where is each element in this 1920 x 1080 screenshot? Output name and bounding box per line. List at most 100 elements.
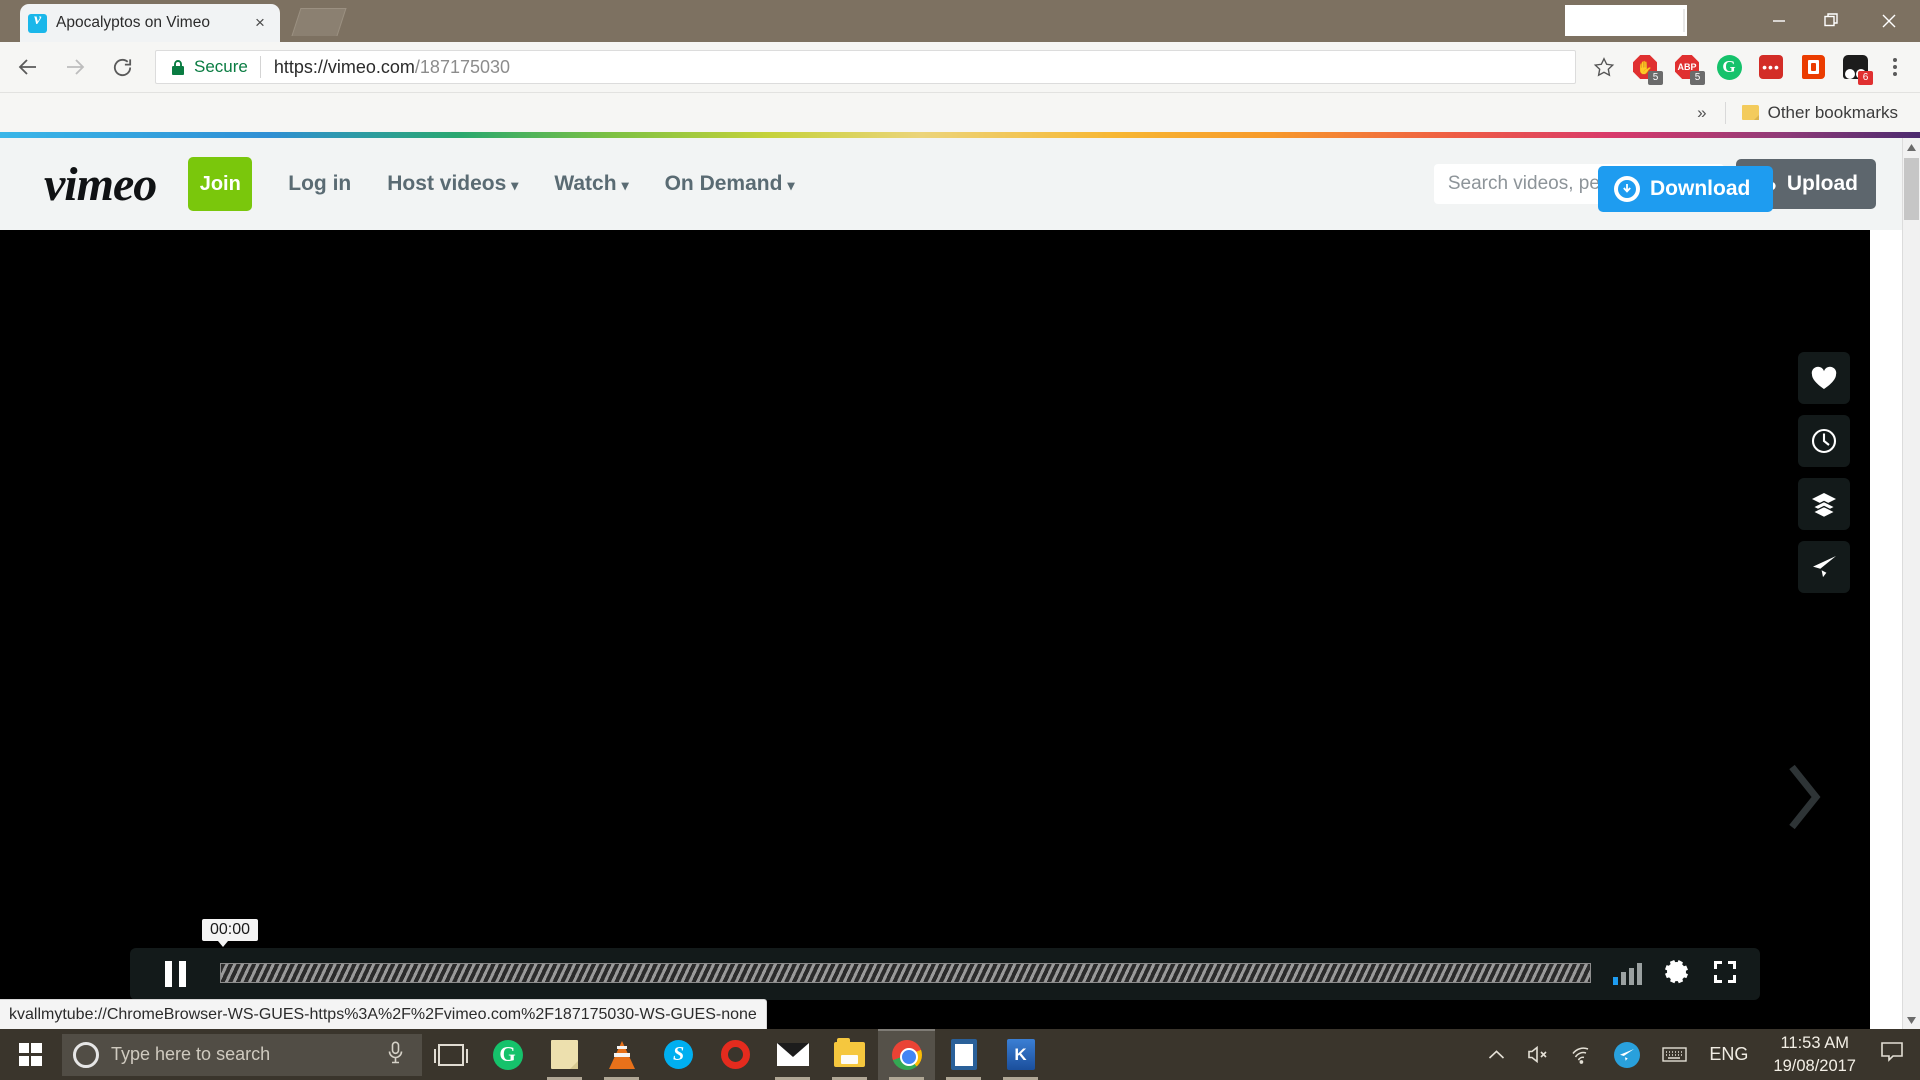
wifi-icon[interactable]: [1560, 1029, 1603, 1080]
heart-icon[interactable]: [1798, 352, 1850, 404]
sticky-note-icon: [551, 1040, 578, 1069]
nav-label: Watch: [554, 172, 617, 195]
extension-lastpass[interactable]: •••: [1752, 48, 1790, 86]
chevron-right-icon[interactable]: [1780, 760, 1826, 839]
extension-grammarly[interactable]: G: [1710, 48, 1748, 86]
download-circle-icon: [1614, 176, 1640, 202]
clock[interactable]: 11:53 AM 19/08/2017: [1759, 1029, 1870, 1080]
grammarly-icon: G: [1716, 54, 1742, 80]
taskbar-item-downloader[interactable]: K: [992, 1029, 1049, 1080]
badge: 5: [1648, 71, 1663, 85]
taskbar-item-chrome[interactable]: [878, 1029, 935, 1080]
k-download-icon: K: [1006, 1039, 1035, 1070]
chevron-double-right-icon[interactable]: »: [1697, 103, 1706, 123]
scroll-up-icon[interactable]: [1903, 138, 1920, 156]
vimeo-favicon: [28, 11, 47, 33]
taskbar-item-file-explorer[interactable]: [821, 1029, 878, 1080]
windows-logo-icon: [18, 1043, 42, 1066]
cortana-icon: [73, 1041, 99, 1068]
layers-icon[interactable]: [1798, 478, 1850, 530]
chevron-down-icon: ▾: [787, 177, 795, 193]
chevron-up-icon[interactable]: [1477, 1029, 1516, 1080]
badge: 5: [1690, 71, 1705, 85]
paper-plane-icon[interactable]: [1798, 541, 1850, 593]
taskbar-item-libreoffice-writer[interactable]: [935, 1029, 992, 1080]
folder-icon: [834, 1038, 865, 1067]
lastpass-icon: •••: [1759, 55, 1783, 79]
clock-icon[interactable]: [1798, 415, 1850, 467]
minimize-icon[interactable]: [1756, 0, 1802, 42]
keyboard-icon[interactable]: [1651, 1029, 1698, 1080]
chrome-menu-icon[interactable]: [1878, 48, 1912, 86]
video-player[interactable]: 00:00: [0, 230, 1870, 1029]
progress-bar[interactable]: 00:00: [202, 919, 1591, 1000]
vimeo-logo[interactable]: vimeo: [44, 157, 157, 212]
new-tab-button[interactable]: [291, 8, 347, 36]
fullscreen-icon[interactable]: [1712, 959, 1738, 990]
page-scrollbar[interactable]: [1902, 138, 1920, 1029]
telegram-icon[interactable]: [1603, 1029, 1651, 1080]
gear-icon[interactable]: [1664, 959, 1690, 990]
divider: [259, 56, 261, 78]
divider: [1724, 101, 1726, 124]
extension-unknown[interactable]: 6: [1836, 48, 1874, 86]
scrollbar-thumb[interactable]: [1904, 158, 1919, 220]
upload-label: Upload: [1786, 172, 1858, 195]
download-button[interactable]: Download: [1598, 166, 1773, 212]
address-bar[interactable]: Secure https://vimeo.com/187175030: [155, 50, 1576, 84]
tab-title: Apocalyptos on Vimeo: [56, 14, 210, 31]
start-button[interactable]: [0, 1029, 60, 1080]
video-side-actions: [1798, 352, 1850, 593]
taskbar-item-task-view[interactable]: [422, 1029, 479, 1080]
microphone-icon[interactable]: [387, 1040, 404, 1069]
volume-muted-icon[interactable]: [1516, 1029, 1560, 1080]
reload-icon[interactable]: [103, 48, 141, 86]
taskbar-item-mail[interactable]: [764, 1029, 821, 1080]
chevron-down-icon: ▾: [511, 177, 519, 193]
window-close-icon[interactable]: [1866, 0, 1912, 42]
language-indicator[interactable]: ENG: [1698, 1029, 1759, 1080]
extension-adblock-plus[interactable]: ABP 5: [1668, 48, 1706, 86]
search-box[interactable]: Type here to search: [62, 1033, 422, 1076]
notifications-icon[interactable]: [1870, 1041, 1920, 1068]
browser-toolbar: Secure https://vimeo.com/187175030 ✋ 5 A…: [0, 42, 1920, 92]
join-button[interactable]: Join: [188, 157, 253, 211]
player-right-controls: [1591, 959, 1760, 990]
back-arrow-icon[interactable]: [9, 48, 47, 86]
vlc-cone-icon: [608, 1040, 635, 1069]
titlebar-overlay-box: [1565, 5, 1687, 36]
taskbar-item-vlc[interactable]: [593, 1029, 650, 1080]
other-bookmarks-label[interactable]: Other bookmarks: [1768, 103, 1898, 123]
restore-icon[interactable]: [1809, 0, 1855, 42]
close-icon[interactable]: ×: [248, 11, 272, 35]
clock-time: 11:53 AM: [1780, 1034, 1849, 1053]
extension-adblock[interactable]: ✋ 5: [1626, 48, 1664, 86]
url-path: /187175030: [414, 56, 511, 77]
chrome-icon: [891, 1039, 922, 1070]
taskbar-item-skype[interactable]: S: [650, 1029, 707, 1080]
star-icon[interactable]: [1588, 51, 1620, 83]
scroll-down-icon[interactable]: [1903, 1011, 1920, 1029]
pause-button[interactable]: [130, 948, 220, 1000]
volume-bars-icon[interactable]: [1613, 963, 1642, 985]
browser-tab[interactable]: Apocalyptos on Vimeo ×: [20, 4, 280, 42]
nav-login[interactable]: Log in: [288, 172, 351, 196]
status-bar-bubble: kvallmytube://ChromeBrowser-WS-GUES-http…: [0, 999, 767, 1029]
windows-taskbar: Type here to search G S K ENG 11:53 AM 1…: [0, 1029, 1920, 1080]
taskbar-item-sticky-notes[interactable]: [536, 1029, 593, 1080]
folder-icon: [1741, 105, 1759, 120]
bookmarks-bar: » Other bookmarks: [0, 92, 1920, 132]
time-tooltip: 00:00: [202, 919, 259, 947]
taskbar-item-opera[interactable]: [707, 1029, 764, 1080]
taskbar-item-grammarly[interactable]: G: [479, 1029, 536, 1080]
extension-microsoft-office[interactable]: [1794, 48, 1832, 86]
extension-icons: ✋ 5 ABP 5 G ••• 6: [1626, 48, 1878, 86]
nav-host-videos[interactable]: Host videos ▾: [387, 172, 518, 196]
writer-icon: [950, 1039, 977, 1070]
nav-watch[interactable]: Watch ▾: [554, 172, 628, 196]
window-titlebar: Apocalyptos on Vimeo ×: [0, 0, 1920, 42]
progress-track[interactable]: [220, 963, 1591, 983]
forward-arrow-icon[interactable]: [56, 48, 94, 86]
nav-on-demand[interactable]: On Demand ▾: [665, 172, 795, 196]
player-controls: 00:00: [130, 919, 1760, 1000]
